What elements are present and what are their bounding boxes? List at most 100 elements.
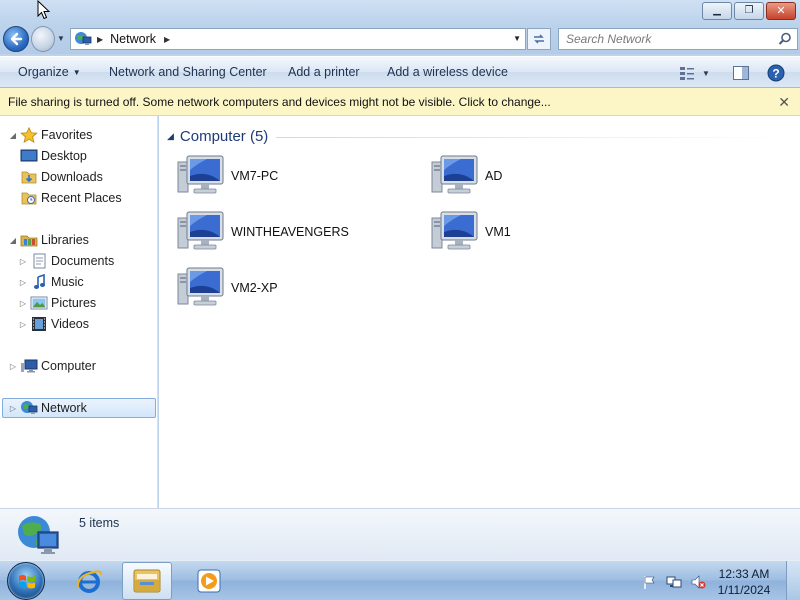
computer-icon xyxy=(177,210,225,254)
tree-label-network: Network xyxy=(41,401,87,415)
tree-item-computer[interactable]: ▷ Computer xyxy=(8,356,96,376)
info-bar-message[interactable]: File sharing is turned off. Some network… xyxy=(8,95,551,109)
minimize-icon: ▁ xyxy=(713,5,721,16)
internet-explorer-taskbar-button[interactable] xyxy=(64,562,114,600)
search-box[interactable] xyxy=(558,28,798,50)
chevron-down-icon: ▼ xyxy=(72,68,81,77)
file-sharing-info-bar[interactable]: File sharing is turned off. Some network… xyxy=(0,88,800,116)
media-player-taskbar-button[interactable] xyxy=(184,562,234,600)
maximize-button[interactable]: ❐ xyxy=(734,2,764,20)
expand-arrow-icon[interactable]: ◢ xyxy=(8,236,18,245)
computer-icon xyxy=(177,266,225,310)
computer-name: VM2-XP xyxy=(231,281,278,295)
search-input[interactable] xyxy=(566,32,771,46)
group-header-computer[interactable]: ◢ Computer (5) xyxy=(167,126,795,146)
explorer-folder-icon xyxy=(133,569,161,593)
tree-item-network[interactable]: ▷ Network xyxy=(2,398,156,418)
collapsed-arrow-icon[interactable]: ▷ xyxy=(8,362,18,371)
windows-logo-icon xyxy=(19,575,35,589)
computer-name: AD xyxy=(485,169,503,183)
tree-label-documents: Documents xyxy=(51,254,115,268)
group-divider xyxy=(276,136,795,138)
tree-item-documents[interactable]: ▷ Documents xyxy=(18,251,114,271)
network-computer-item[interactable]: VM2-XP xyxy=(177,264,278,312)
breadcrumb-network[interactable]: Network xyxy=(110,32,156,46)
network-icon xyxy=(20,400,38,416)
clock-time: 12:33 AM xyxy=(718,567,770,581)
close-button[interactable]: ✕ xyxy=(766,2,796,20)
tree-item-music[interactable]: ▷ Music xyxy=(18,272,84,292)
tree-item-desktop[interactable]: Desktop xyxy=(18,146,87,166)
network-sharing-center-button[interactable]: Network and Sharing Center xyxy=(109,65,267,79)
preview-pane-icon xyxy=(733,66,749,80)
collapsed-arrow-icon[interactable]: ▷ xyxy=(18,320,28,329)
collapsed-arrow-icon[interactable]: ▷ xyxy=(8,404,18,413)
tree-item-libraries[interactable]: ◢ Libraries xyxy=(8,230,89,250)
windows-explorer-taskbar-button[interactable] xyxy=(122,562,172,600)
minimize-button[interactable]: ▁ xyxy=(702,2,732,20)
computer-name: WINTHEAVENGERS xyxy=(231,225,349,239)
breadcrumb-chevron-icon[interactable]: ▶ xyxy=(164,35,170,44)
system-clock[interactable]: 12:33 AM 1/11/2024 xyxy=(712,566,776,598)
content-pane: ◢ Computer (5) VM7-PC AD WINTHEAVENGERS … xyxy=(159,116,800,508)
tree-label-videos: Videos xyxy=(51,317,89,331)
network-globe-icon xyxy=(16,512,62,558)
help-icon: ? xyxy=(767,64,785,82)
tree-item-downloads[interactable]: Downloads xyxy=(18,167,103,187)
media-player-icon xyxy=(197,569,221,593)
collapse-group-icon[interactable]: ◢ xyxy=(167,131,174,142)
add-wireless-device-button[interactable]: Add a wireless device xyxy=(387,65,508,79)
collapsed-arrow-icon[interactable]: ▷ xyxy=(18,257,28,266)
organize-button[interactable]: Organize ▼ xyxy=(18,65,81,79)
refresh-icon xyxy=(534,34,544,44)
network-computer-item[interactable]: WINTHEAVENGERS xyxy=(177,208,349,256)
details-pane: 5 items xyxy=(0,508,800,560)
show-desktop-button[interactable] xyxy=(786,561,800,600)
network-computer-item[interactable]: AD xyxy=(431,152,502,200)
taskbar: 12:33 AM 1/11/2024 xyxy=(0,560,800,600)
volume-muted-icon[interactable] xyxy=(690,574,706,590)
tree-label-downloads: Downloads xyxy=(41,170,103,184)
svg-text:?: ? xyxy=(772,67,779,81)
tree-label-favorites: Favorites xyxy=(41,128,93,142)
tree-label-music: Music xyxy=(51,275,84,289)
back-button[interactable] xyxy=(3,26,29,52)
recent-places-icon xyxy=(20,190,38,206)
refresh-button[interactable] xyxy=(527,28,551,50)
tree-label-pictures: Pictures xyxy=(51,296,97,310)
tree-label-libraries: Libraries xyxy=(41,233,89,247)
add-printer-button[interactable]: Add a printer xyxy=(288,65,360,79)
breadcrumb-separator-icon[interactable]: ▶ xyxy=(97,35,103,44)
forward-button[interactable] xyxy=(31,26,55,52)
change-view-button[interactable] xyxy=(676,63,698,83)
collapsed-arrow-icon[interactable]: ▷ xyxy=(18,299,28,308)
back-arrow-icon xyxy=(10,32,23,46)
recent-pages-dropdown[interactable]: ▼ xyxy=(57,34,65,43)
preview-pane-button[interactable] xyxy=(730,63,752,83)
info-bar-close-icon[interactable]: ✕ xyxy=(778,94,790,111)
navigation-bar: ▼ ▶ Network ▶ ▼ xyxy=(0,24,800,54)
network-computer-item[interactable]: VM7-PC xyxy=(177,152,278,200)
help-button[interactable]: ? xyxy=(765,63,787,83)
network-computer-item[interactable]: VM1 xyxy=(431,208,511,256)
collapsed-arrow-icon[interactable]: ▷ xyxy=(18,278,28,287)
command-bar: Organize ▼ Network and Sharing Center Add… xyxy=(0,56,800,88)
downloads-folder-icon xyxy=(20,169,38,185)
views-dropdown[interactable]: ▼ xyxy=(698,63,714,83)
action-center-flag-icon[interactable] xyxy=(642,574,658,590)
network-status-icon[interactable] xyxy=(666,574,682,590)
expand-arrow-icon[interactable]: ◢ xyxy=(8,131,18,140)
desktop-icon xyxy=(20,148,38,164)
navigation-pane: ◢ Favorites Desktop Downloads Recent Pla… xyxy=(0,116,158,508)
clock-date: 1/11/2024 xyxy=(717,583,771,597)
start-button[interactable] xyxy=(7,562,45,600)
tree-item-favorites[interactable]: ◢ Favorites xyxy=(8,125,92,145)
title-bar: ▁ ❐ ✕ xyxy=(0,0,800,24)
address-history-dropdown[interactable]: ▼ xyxy=(513,34,521,43)
tree-item-videos[interactable]: ▷ Videos xyxy=(18,314,89,334)
mouse-cursor-icon xyxy=(37,0,51,20)
address-bar[interactable]: ▶ Network ▶ ▼ xyxy=(70,28,526,50)
tree-item-pictures[interactable]: ▷ Pictures xyxy=(18,293,96,313)
tree-item-recent-places[interactable]: Recent Places xyxy=(18,188,122,208)
search-icon[interactable] xyxy=(778,32,792,46)
